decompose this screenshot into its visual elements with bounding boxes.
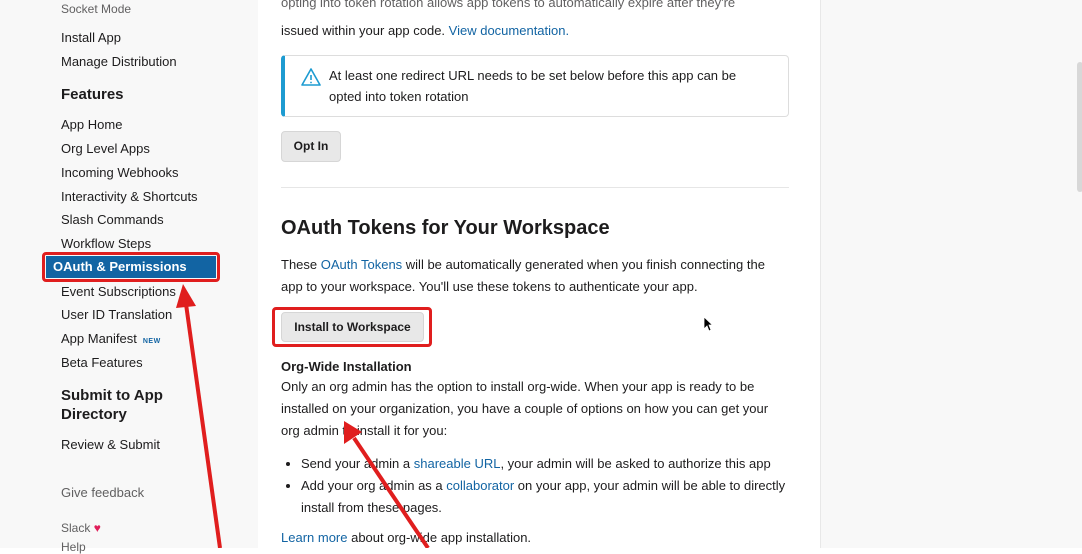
sidebar-item-event-subscriptions[interactable]: Event Subscriptions — [61, 284, 176, 299]
org-wide-text-1: Only an org admin has the option to inst… — [281, 379, 755, 394]
list-item: Add your org admin as a collaborator on … — [301, 475, 801, 519]
sidebar-item-incoming-webhooks[interactable]: Incoming Webhooks — [61, 165, 179, 180]
sidebar: Socket Mode Install App Manage Distribut… — [0, 0, 232, 554]
learn-more-line: Learn more about org-wide app installati… — [281, 527, 531, 549]
bullet-text: , your admin will be asked to authorize … — [500, 456, 771, 471]
token-rotation-text-part: issued within your app code. — [281, 23, 449, 38]
alert-text: At least one redirect URL needs to be se… — [329, 68, 737, 104]
sidebar-item-workflow-steps[interactable]: Workflow Steps — [61, 236, 151, 251]
oauth-desc-part: These — [281, 257, 321, 272]
sidebar-item-review-submit[interactable]: Review & Submit — [61, 437, 160, 452]
sidebar-item-install-app[interactable]: Install App — [61, 30, 121, 45]
collaborator-link[interactable]: collaborator — [446, 478, 514, 493]
give-feedback-link[interactable]: Give feedback — [61, 485, 144, 500]
org-wide-text-2: installed on your organization, you have… — [281, 401, 769, 416]
learn-more-text: about org-wide app installation. — [347, 530, 532, 545]
oauth-desc-line-1: These OAuth Tokens will be automatically… — [281, 254, 765, 276]
right-gutter — [820, 0, 1082, 548]
shareable-url-link[interactable]: shareable URL — [414, 456, 501, 471]
oauth-tokens-heading: OAuth Tokens for Your Workspace — [281, 217, 610, 239]
view-documentation-link[interactable]: View documentation. — [449, 23, 569, 38]
highlight-box-oauth — [42, 252, 220, 282]
warning-icon — [301, 68, 321, 86]
sidebar-item-beta-features[interactable]: Beta Features — [61, 355, 143, 370]
token-rotation-text: issued within your app code. View docume… — [281, 20, 569, 42]
sidebar-item-socket-mode[interactable]: Socket Mode — [61, 2, 131, 16]
oauth-desc-line-2: app to your workspace. You'll use these … — [281, 279, 698, 294]
sidebar-item-app-home[interactable]: App Home — [61, 117, 122, 132]
bullet-text: Add your org admin as a — [301, 478, 447, 493]
opt-in-button[interactable]: Opt In — [281, 131, 341, 162]
org-wide-options-list: Send your admin a shareable URL, your ad… — [281, 453, 801, 519]
sidebar-item-slash-commands[interactable]: Slash Commands — [61, 212, 164, 227]
help-link[interactable]: Help — [61, 540, 86, 554]
slack-footer[interactable]: Slack ♥ — [61, 521, 101, 535]
heart-icon: ♥ — [93, 521, 101, 535]
sidebar-item-label: App Manifest — [61, 331, 137, 346]
section-divider — [281, 187, 789, 188]
highlight-box-install — [272, 307, 432, 347]
org-wide-text-3: org admin to install it for you: — [281, 423, 448, 438]
sidebar-heading-features: Features — [61, 86, 124, 103]
sidebar-heading-submit-2: Directory — [61, 406, 127, 423]
sidebar-heading-submit-1: Submit to App — [61, 387, 163, 404]
scrollbar-thumb[interactable] — [1077, 62, 1082, 192]
list-item: Send your admin a shareable URL, your ad… — [301, 453, 801, 475]
redirect-url-alert: At least one redirect URL needs to be se… — [281, 55, 789, 117]
token-rotation-text-partial: opting into token rotation allows app to… — [281, 0, 736, 10]
sidebar-item-app-manifest[interactable]: App Manifest NEW — [61, 331, 161, 346]
learn-more-link[interactable]: Learn more — [281, 530, 347, 545]
new-badge: NEW — [142, 338, 161, 345]
main-gutter — [232, 0, 258, 548]
sidebar-item-interactivity-shortcuts[interactable]: Interactivity & Shortcuts — [61, 189, 198, 204]
oauth-tokens-link[interactable]: OAuth Tokens — [321, 257, 402, 272]
sidebar-item-manage-distribution[interactable]: Manage Distribution — [61, 54, 177, 69]
org-wide-heading: Org-Wide Installation — [281, 359, 412, 374]
slack-label: Slack — [61, 521, 91, 535]
oauth-desc-part: will be automatically generated when you… — [402, 257, 765, 272]
sidebar-item-org-level-apps[interactable]: Org Level Apps — [61, 141, 150, 156]
bullet-text: Send your admin a — [301, 456, 414, 471]
mouse-cursor-icon — [703, 316, 713, 332]
sidebar-item-user-id-translation[interactable]: User ID Translation — [61, 307, 172, 322]
